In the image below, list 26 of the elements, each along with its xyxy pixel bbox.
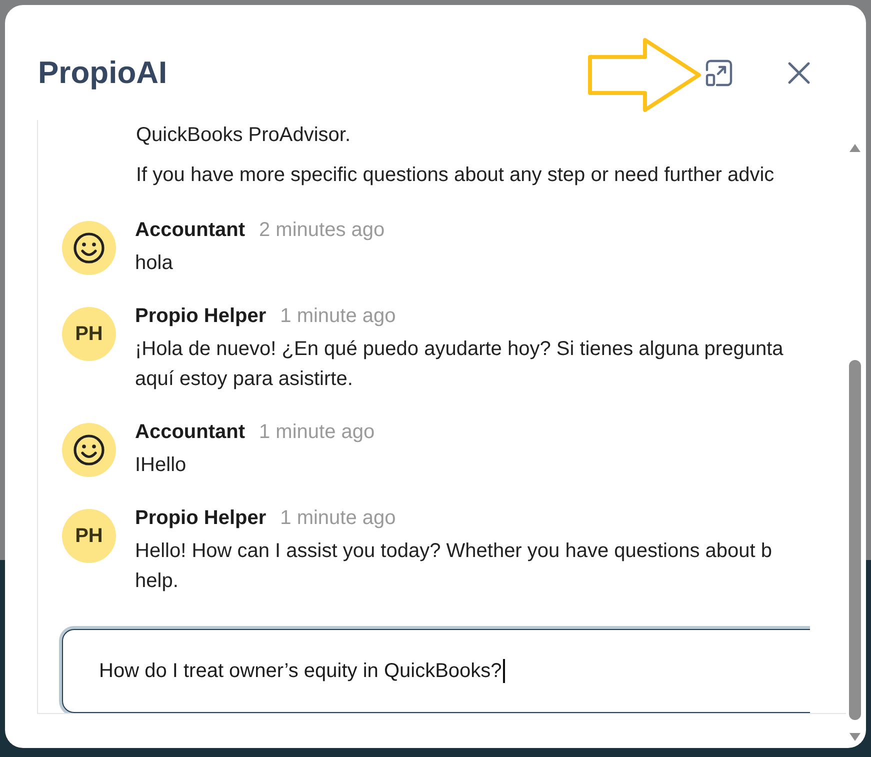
message-text: If you have more specific questions about any step or need further advic	[136, 163, 776, 188]
author-name: Accountant	[135, 218, 245, 242]
message-text: hola	[135, 251, 174, 276]
message-text: QuickBooks ProAdvisor.	[136, 123, 352, 148]
message-text: Hello! How can I assist you today? Whether you have questions about b help.	[135, 539, 772, 594]
scroll-thumb[interactable]	[848, 360, 860, 720]
author-name: Propio Helper	[135, 304, 266, 328]
message-time: 1 minute ago	[259, 420, 375, 444]
expand-button[interactable]	[705, 58, 733, 86]
initials-avatar: PH	[62, 509, 116, 563]
message-time: 1 minute ago	[280, 304, 396, 328]
author-name: Accountant	[135, 420, 245, 444]
smiley-face-icon	[62, 423, 116, 477]
message-text: ¡Hola de nuevo! ¿En qué puedo ayudarte hoy? Si tienes alguna pregunta aquí estoy para asistirte.	[135, 337, 784, 392]
message-time: 2 minutes ago	[259, 218, 385, 242]
close-button[interactable]	[788, 62, 810, 84]
author-name: Propio Helper	[135, 506, 266, 530]
text-cursor-icon	[502, 659, 505, 683]
message-time: 1 minute ago	[280, 506, 396, 530]
initials-avatar: PH	[62, 307, 116, 361]
dialog-title: PropioAI	[38, 54, 168, 92]
close-icon	[788, 62, 810, 84]
expand-icon	[705, 58, 733, 86]
smiley-face-icon	[62, 221, 116, 275]
message-input[interactable]: How do I treat owner’s equity in QuickBooks?	[62, 629, 810, 713]
message-text: IHello	[135, 453, 188, 478]
